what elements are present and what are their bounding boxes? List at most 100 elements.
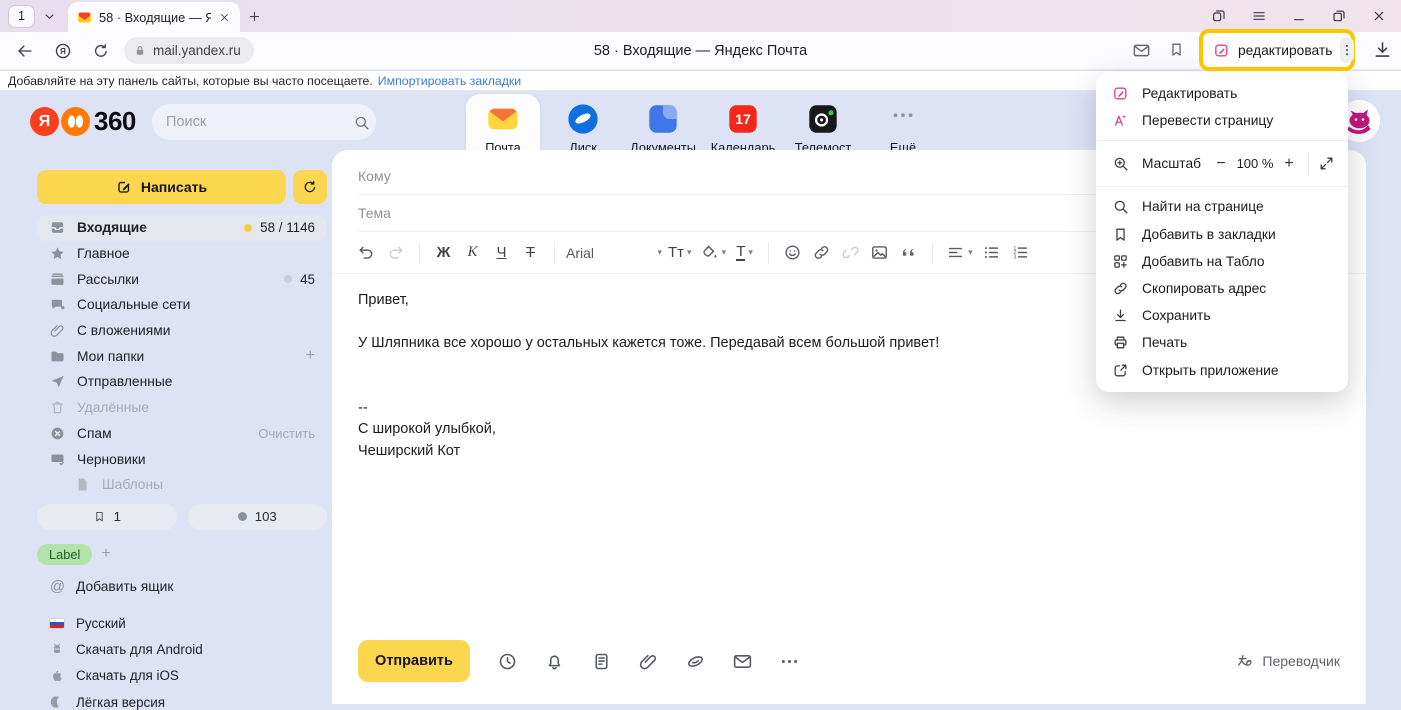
fill-color-button[interactable]: ▾: [696, 238, 731, 268]
postcard-button[interactable]: [732, 651, 753, 672]
menu-copy-address[interactable]: Скопировать адрес: [1096, 275, 1348, 302]
search-box[interactable]: [152, 104, 376, 140]
folder-mailings[interactable]: Рассылки45: [37, 266, 327, 292]
more-apps-icon: [886, 102, 920, 136]
align-button[interactable]: ▾: [942, 238, 977, 268]
numbered-list-button[interactable]: 123: [1006, 238, 1035, 268]
templates-button[interactable]: [591, 651, 612, 672]
edit-page-button[interactable]: редактировать: [1238, 43, 1332, 58]
light-version-label: Лёгкая версия: [76, 695, 165, 710]
menu-save[interactable]: Сохранить: [1096, 302, 1348, 329]
menu-find-on-page[interactable]: Найти на странице: [1096, 193, 1348, 220]
undo-button[interactable]: [352, 238, 381, 268]
delay-send-button[interactable]: [497, 651, 518, 672]
add-folder-button[interactable]: +: [306, 348, 315, 364]
menu-open-app[interactable]: Открыть приложение: [1096, 357, 1348, 384]
reminder-button[interactable]: [544, 651, 565, 672]
folder-spam[interactable]: СпамОчистить: [37, 421, 327, 447]
bullet-list-button[interactable]: [977, 238, 1006, 268]
side-panels-icon[interactable]: [1211, 8, 1227, 24]
search-input[interactable]: [166, 114, 353, 130]
download-android[interactable]: Скачать для Android: [49, 641, 327, 657]
text-color-button[interactable]: Т▾: [730, 238, 759, 268]
bookmark-page-icon[interactable]: [1168, 40, 1185, 59]
italic-button[interactable]: К: [458, 238, 487, 268]
folder-inbox[interactable]: Входящие58 / 1146: [37, 215, 327, 241]
insert-image-button[interactable]: [865, 238, 894, 268]
folder-deleted[interactable]: Удалённые: [37, 395, 327, 421]
menu-translate-page[interactable]: Перевести страницу: [1096, 107, 1348, 134]
folder-templates[interactable]: Шаблоны: [37, 472, 327, 498]
window-controls: [1211, 8, 1387, 24]
attach-file-button[interactable]: [638, 651, 659, 672]
folder-social[interactable]: Социальные сети: [37, 292, 327, 318]
font-family-select[interactable]: Arial▾: [564, 238, 664, 268]
fill-color-icon: [700, 243, 719, 262]
gray-dot-icon: [238, 512, 247, 521]
menu-add-bookmark[interactable]: Добавить в закладки: [1096, 221, 1348, 248]
menu-add-tablo[interactable]: Добавить на Табло: [1096, 248, 1348, 275]
close-window-icon[interactable]: [1371, 8, 1387, 24]
more-actions-button[interactable]: [779, 651, 800, 672]
downloads-icon[interactable]: [1372, 39, 1393, 60]
label-tag[interactable]: Label: [37, 544, 92, 565]
redo-button[interactable]: [381, 238, 410, 268]
link-icon: [812, 243, 831, 262]
bold-button[interactable]: Ж: [429, 238, 458, 268]
emoji-button[interactable]: [778, 238, 807, 268]
add-mailbox-button[interactable]: @ Добавить ящик: [37, 578, 327, 595]
lang-russian[interactable]: Русский: [49, 616, 327, 631]
send-button[interactable]: Отправить: [358, 640, 470, 682]
bullet-list-icon: [982, 243, 1001, 262]
quote-button[interactable]: [894, 238, 923, 268]
add-label-button[interactable]: +: [101, 545, 110, 563]
font-size-button[interactable]: Tт▾: [664, 238, 696, 268]
compose-button[interactable]: Написать: [37, 170, 286, 204]
underline-button[interactable]: Ч: [487, 238, 516, 268]
envelope-icon: [732, 651, 753, 672]
minimize-icon[interactable]: [1291, 8, 1307, 24]
more-tools-button[interactable]: [1340, 37, 1354, 63]
folder-main-label: Главное: [77, 246, 130, 261]
folder-main[interactable]: Главное: [37, 241, 327, 267]
fullscreen-icon[interactable]: [1318, 155, 1335, 172]
import-bookmarks-link[interactable]: Импортировать закладки: [378, 74, 521, 88]
active-tab[interactable]: 58 · Входящие — Янде: [68, 2, 240, 32]
refresh-button[interactable]: [293, 170, 327, 204]
mail-notifications-icon[interactable]: [1131, 41, 1152, 60]
menu-print[interactable]: Печать: [1096, 329, 1348, 356]
folder-sent[interactable]: Отправленные: [37, 369, 327, 395]
light-version[interactable]: Лёгкая версия: [49, 694, 327, 710]
tab-close-icon[interactable]: [218, 11, 231, 24]
browser-menu-icon[interactable]: [1251, 8, 1267, 24]
edit-icon: [1213, 42, 1230, 59]
new-tab-button[interactable]: [240, 3, 268, 29]
bookmarks-hint: Добавляйте на эту панель сайты, которые …: [8, 74, 373, 88]
attach-from-disk-button[interactable]: [685, 651, 706, 672]
clear-spam-button[interactable]: Очистить: [258, 426, 315, 441]
strikethrough-button[interactable]: Т: [516, 238, 545, 268]
folder-drafts[interactable]: Черновики: [37, 446, 327, 472]
folder-attachments[interactable]: С вложениями: [37, 318, 327, 344]
translator-button[interactable]: Переводчик: [1236, 652, 1340, 670]
url-field[interactable]: mail.yandex.ru: [124, 37, 254, 64]
back-button[interactable]: [6, 35, 44, 67]
folder-social-label: Социальные сети: [77, 297, 190, 312]
yandex-360-logo[interactable]: Я 360: [30, 106, 136, 137]
yandex-home-button[interactable]: Я: [44, 35, 82, 67]
zoom-in-button[interactable]: +: [1277, 155, 1301, 173]
pill-bookmarked[interactable]: 1: [37, 504, 177, 530]
reload-button[interactable]: [82, 35, 120, 67]
menu-edit-label: Редактировать: [1142, 86, 1237, 101]
zoom-out-button[interactable]: −: [1209, 155, 1233, 173]
tabs-chevron-button[interactable]: [35, 3, 63, 29]
tab-counter-button[interactable]: 1: [8, 5, 35, 28]
menu-edit[interactable]: Редактировать: [1096, 80, 1348, 107]
insert-link-button[interactable]: [807, 238, 836, 268]
remove-link-button[interactable]: [836, 238, 865, 268]
restore-window-icon[interactable]: [1331, 8, 1347, 24]
pill-unread[interactable]: 103: [188, 504, 328, 530]
download-ios[interactable]: Скачать для iOS: [49, 668, 327, 684]
folder-list: Входящие58 / 1146 Главное Рассылки45 Социал…: [37, 215, 327, 498]
folder-myfolders[interactable]: Мои папки+: [37, 343, 327, 369]
